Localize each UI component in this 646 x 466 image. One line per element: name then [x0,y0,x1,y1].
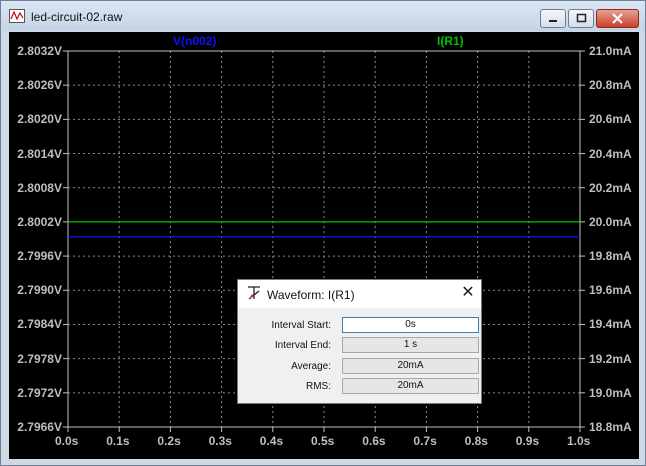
left-axis-label: 2.7978V [17,351,62,366]
dialog-title: Waveform: I(R1) [267,288,355,302]
left-axis-label: 2.8032V [17,44,62,58]
restore-icon [576,13,587,23]
x-axis-label: 0.6s [362,434,386,448]
x-axis-label: 1.0s [567,434,591,448]
right-axis-label: 20.4mA [589,146,632,161]
window-title: led-circuit-02.raw [31,10,123,24]
right-axis-label: 19.0mA [589,385,632,400]
average-value: 20mA [342,358,479,374]
right-axis-label: 19.4mA [589,317,632,332]
right-axis-label: 18.8mA [589,420,632,434]
minimize-icon [549,20,557,22]
right-axis-label: 20.8mA [589,78,632,93]
waveform-stats-dialog: Waveform: I(R1) ✕ Interval Start: 0s Int… [237,279,482,404]
right-axis-label: 21.0mA [589,44,632,58]
x-axis-label: 0.1s [106,434,130,448]
rms-label: RMS: [306,381,331,392]
interval-end-label: Interval End: [274,340,331,351]
left-axis-label: 2.7984V [17,317,62,332]
probe-icon [248,286,260,300]
interval-start-field[interactable]: 0s [342,317,479,333]
left-axis-label: 2.8020V [17,112,62,127]
x-axis-label: 0.8s [464,434,488,448]
rms-value: 20mA [342,378,479,394]
interval-start-label: Interval Start: [271,320,331,331]
x-axis-label: 0.0s [55,434,79,448]
maximize-button[interactable] [568,9,594,28]
right-axis-label: 19.8mA [589,249,632,264]
x-axis-label: 0.9s [515,434,540,448]
left-axis-label: 2.8014V [17,146,62,161]
left-axis-label: 2.7972V [17,385,62,400]
title-bar[interactable]: led-circuit-02.raw [1,1,645,31]
waveform-app-icon [9,9,25,23]
trace-title-right[interactable]: I(R1) [437,34,464,48]
right-axis-label: 19.6mA [589,283,632,298]
right-axis-label: 19.2mA [589,351,632,366]
average-label: Average: [291,361,331,372]
x-axis-label: 0.3s [208,434,232,448]
left-axis-label: 2.8002V [17,214,62,229]
interval-end-field[interactable]: 1 s [342,337,479,353]
x-axis-label: 0.2s [157,434,181,448]
right-axis-label: 20.6mA [589,112,632,127]
left-axis-label: 2.7966V [17,420,62,434]
left-axis-label: 2.8026V [17,78,62,93]
dialog-close-icon[interactable]: ✕ [460,285,476,301]
dialog-title-bar[interactable]: Waveform: I(R1) ✕ [238,280,481,308]
close-window-button[interactable] [596,9,639,28]
minimize-button[interactable] [540,9,566,28]
x-axis-label: 0.4s [259,434,284,448]
left-axis-label: 2.7990V [17,283,62,298]
close-icon [612,13,623,24]
x-axis-label: 0.5s [311,434,335,448]
left-axis-label: 2.7996V [17,249,62,264]
left-axis-label: 2.8008V [17,180,62,195]
right-axis-label: 20.0mA [589,214,632,229]
right-axis-label: 20.2mA [589,180,632,195]
waveform-window: led-circuit-02.raw 2.8032V 2.8026V 2.8020V… [0,0,646,466]
x-axis-label: 0.7s [413,434,437,448]
trace-title-left[interactable]: V(n002) [173,34,216,48]
